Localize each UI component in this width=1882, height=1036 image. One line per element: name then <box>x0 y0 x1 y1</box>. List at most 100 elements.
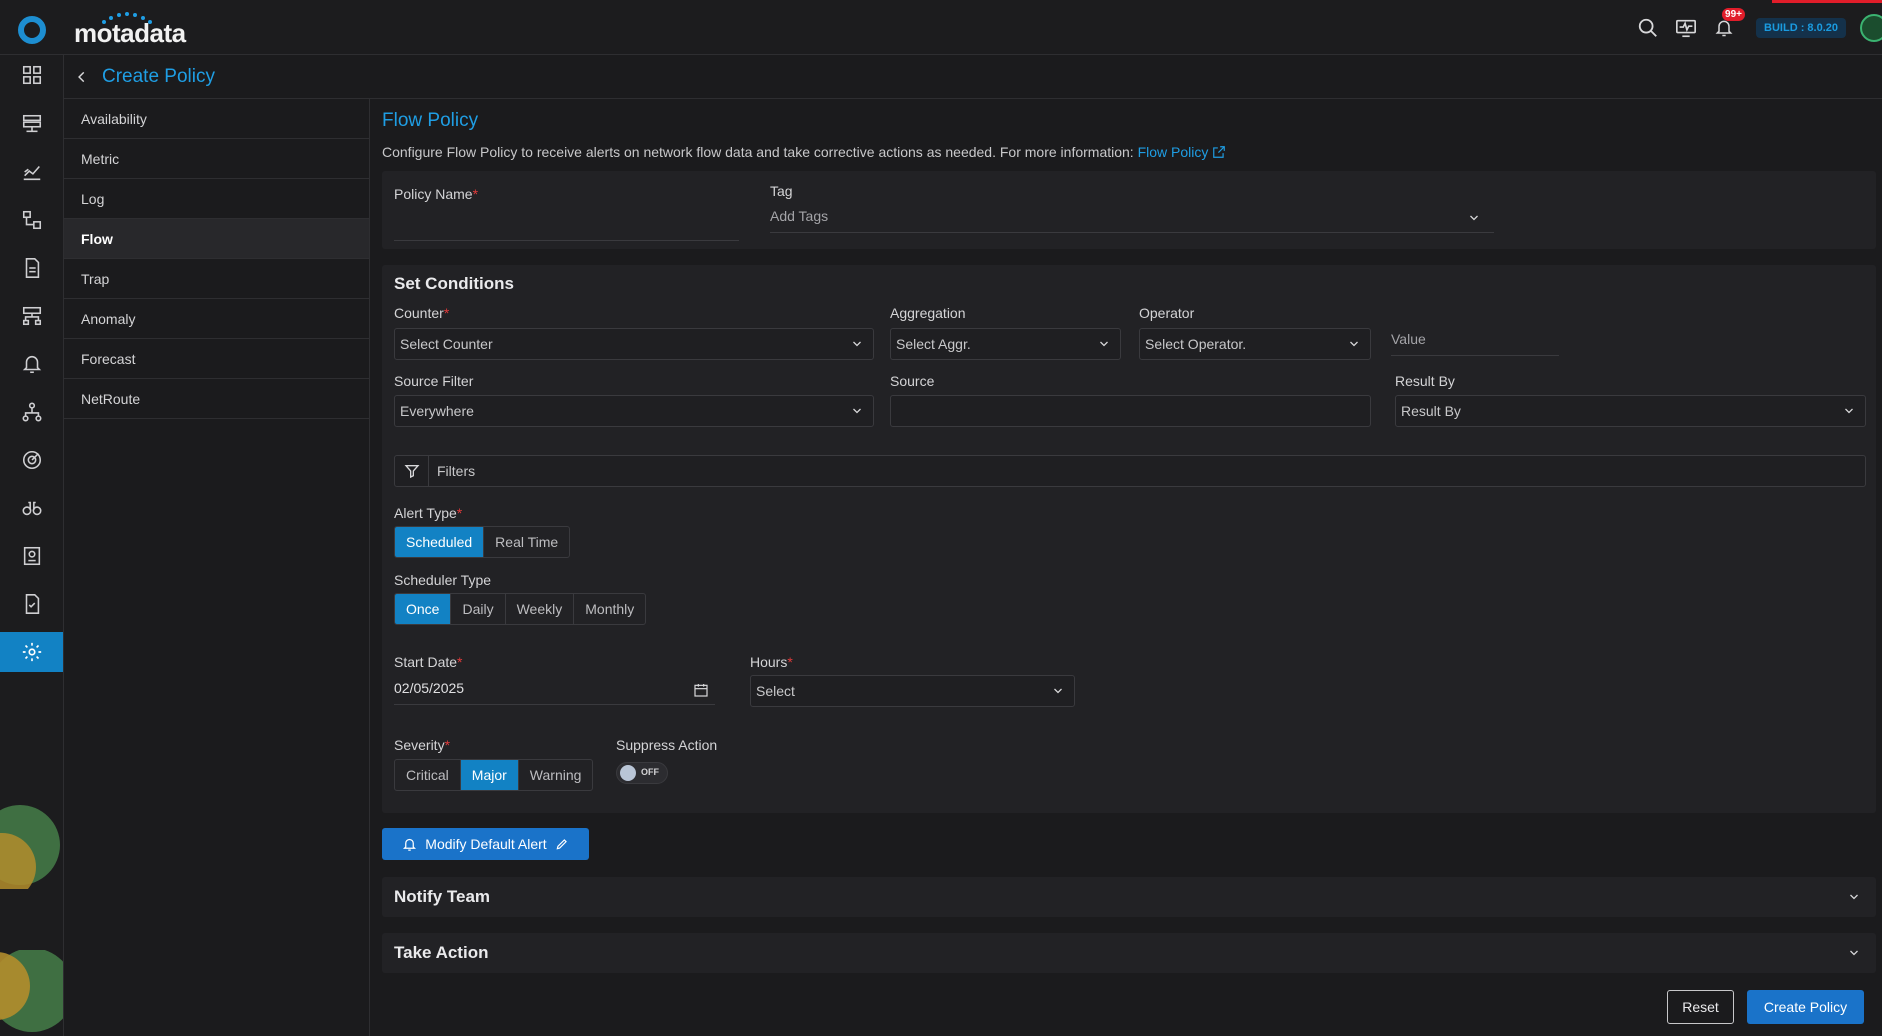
source-filter-select[interactable]: Everywhere <box>394 395 874 427</box>
subnav-item-forecast[interactable]: Forecast <box>64 339 369 379</box>
subnav-item-anomaly[interactable]: Anomaly <box>64 299 369 339</box>
filters-label: Filters <box>437 463 476 479</box>
hours-select[interactable]: Select <box>750 675 1075 707</box>
filters-bar[interactable]: Filters <box>394 455 1866 487</box>
page-header: Create Policy <box>64 55 1882 99</box>
reset-button[interactable]: Reset <box>1667 990 1734 1024</box>
rail-topology-icon[interactable] <box>0 200 63 240</box>
subnav-item-trap[interactable]: Trap <box>64 259 369 299</box>
user-avatar[interactable] <box>1860 14 1882 42</box>
notification-badge: 99+ <box>1722 8 1745 21</box>
severity-warning[interactable]: Warning <box>519 760 593 790</box>
app-logo-icon[interactable] <box>18 16 46 44</box>
severity-segment: Critical Major Warning <box>394 759 594 791</box>
section-title: Flow Policy <box>382 110 479 131</box>
policy-type-nav: Availability Metric Log Flow Trap Anomal… <box>64 99 370 1036</box>
scheduler-weekly[interactable]: Weekly <box>506 594 575 624</box>
chevron-down-icon <box>1054 688 1062 694</box>
policy-name-input[interactable] <box>394 211 739 241</box>
toggle-knob <box>620 765 636 781</box>
modify-default-alert-label: Modify Default Alert <box>425 836 547 852</box>
create-policy-button[interactable]: Create Policy <box>1747 990 1864 1024</box>
bell-icon <box>403 838 417 851</box>
tag-label: Tag <box>770 183 793 199</box>
subnav-item-log[interactable]: Log <box>64 179 369 219</box>
subnav-item-netroute[interactable]: NetRoute <box>64 379 369 419</box>
subnav-item-flow[interactable]: Flow <box>64 219 369 259</box>
help-link-text[interactable]: Flow Policy <box>1138 144 1209 160</box>
help-link[interactable]: Flow Policy <box>1138 144 1209 160</box>
search-icon[interactable] <box>1636 16 1660 40</box>
value-input[interactable]: Value <box>1391 325 1559 356</box>
alert-type-label: Alert Type* <box>394 505 463 521</box>
rail-audit-icon[interactable] <box>0 584 63 624</box>
suppress-action-label: Suppress Action <box>616 737 718 753</box>
scheduler-type-segment: Once Daily Weekly Monthly <box>394 593 647 625</box>
rail-explorer-icon[interactable] <box>0 488 63 528</box>
icon-rail <box>0 55 64 1036</box>
severity-label: Severity* <box>394 737 451 753</box>
chevron-down-icon <box>853 341 861 347</box>
rail-radar-icon[interactable] <box>0 440 63 480</box>
operator-value: Select Operator. <box>1145 336 1247 352</box>
accent-line <box>1772 0 1882 3</box>
rail-settings-icon[interactable] <box>0 632 63 672</box>
source-input[interactable] <box>890 395 1371 427</box>
counter-select[interactable]: Select Counter <box>394 328 874 360</box>
logo-text: motadata <box>74 18 186 48</box>
severity-critical[interactable]: Critical <box>395 760 461 790</box>
scheduler-daily[interactable]: Daily <box>451 594 506 624</box>
severity-major[interactable]: Major <box>460 760 519 790</box>
source-filter-value: Everywhere <box>400 403 474 419</box>
aggregation-value: Select Aggr. <box>896 336 971 352</box>
notification-bell-icon[interactable]: 99+ <box>1712 8 1745 40</box>
scheduler-once[interactable]: Once <box>395 594 452 624</box>
notify-team-section[interactable]: Notify Team <box>382 877 1876 917</box>
modify-default-alert-button[interactable]: Modify Default Alert <box>382 828 589 860</box>
set-conditions-title: Set Conditions <box>394 274 514 293</box>
rail-hierarchy-icon[interactable] <box>0 392 63 432</box>
alert-type-scheduled[interactable]: Scheduled <box>395 527 485 557</box>
take-action-title: Take Action <box>394 943 489 962</box>
rail-dashboard-icon[interactable] <box>0 55 63 95</box>
policy-name-label: Policy Name* <box>394 186 479 202</box>
external-link-icon[interactable] <box>1212 145 1226 159</box>
calendar-icon[interactable] <box>693 682 709 698</box>
description: Configure Flow Policy to receive alerts … <box>382 144 1226 160</box>
chevron-down-icon <box>1845 408 1853 414</box>
toggle-state: OFF <box>641 767 659 777</box>
operator-select[interactable]: Select Operator. <box>1139 328 1371 360</box>
alert-type-real-time[interactable]: Real Time <box>484 527 569 557</box>
start-date-value: 02/05/2025 <box>394 680 465 696</box>
tag-placeholder: Add Tags <box>770 208 829 224</box>
subnav-item-availability[interactable]: Availability <box>64 99 369 139</box>
rail-reports-icon[interactable] <box>0 248 63 288</box>
start-date-input[interactable]: 02/05/2025 <box>394 673 715 705</box>
rail-servers-icon[interactable] <box>0 104 63 144</box>
take-action-section[interactable]: Take Action <box>382 933 1876 973</box>
suppress-action-toggle[interactable]: OFF <box>616 762 668 784</box>
result-by-select[interactable]: Result By <box>1395 395 1866 427</box>
pencil-icon <box>556 839 567 850</box>
rail-network-icon[interactable] <box>0 296 63 336</box>
chevron-down-icon[interactable] <box>1848 891 1860 903</box>
aggregation-select[interactable]: Select Aggr. <box>890 328 1121 360</box>
tag-input[interactable]: Add Tags <box>770 203 1494 233</box>
main-content: Flow Policy Configure Flow Policy to rec… <box>370 99 1882 1036</box>
subnav-item-metric[interactable]: Metric <box>64 139 369 179</box>
back-arrow-icon[interactable] <box>72 67 92 87</box>
result-by-label: Result By <box>1395 373 1455 389</box>
chevron-down-icon[interactable] <box>1848 947 1860 959</box>
filter-icon[interactable] <box>395 456 429 486</box>
scheduler-monthly[interactable]: Monthly <box>574 594 645 624</box>
decorative-shape-icon <box>0 805 60 889</box>
chevron-down-icon <box>1100 341 1108 347</box>
rail-metrics-icon[interactable] <box>0 152 63 192</box>
page-title: Create Policy <box>102 65 215 87</box>
source-label: Source <box>890 373 935 389</box>
rail-inventory-icon[interactable] <box>0 536 63 576</box>
monitor-icon[interactable] <box>1674 16 1698 40</box>
build-badge: BUILD : 8.0.20 <box>1756 18 1846 38</box>
rail-alerts-icon[interactable] <box>0 344 63 384</box>
description-text: Configure Flow Policy to receive alerts … <box>382 144 1134 160</box>
